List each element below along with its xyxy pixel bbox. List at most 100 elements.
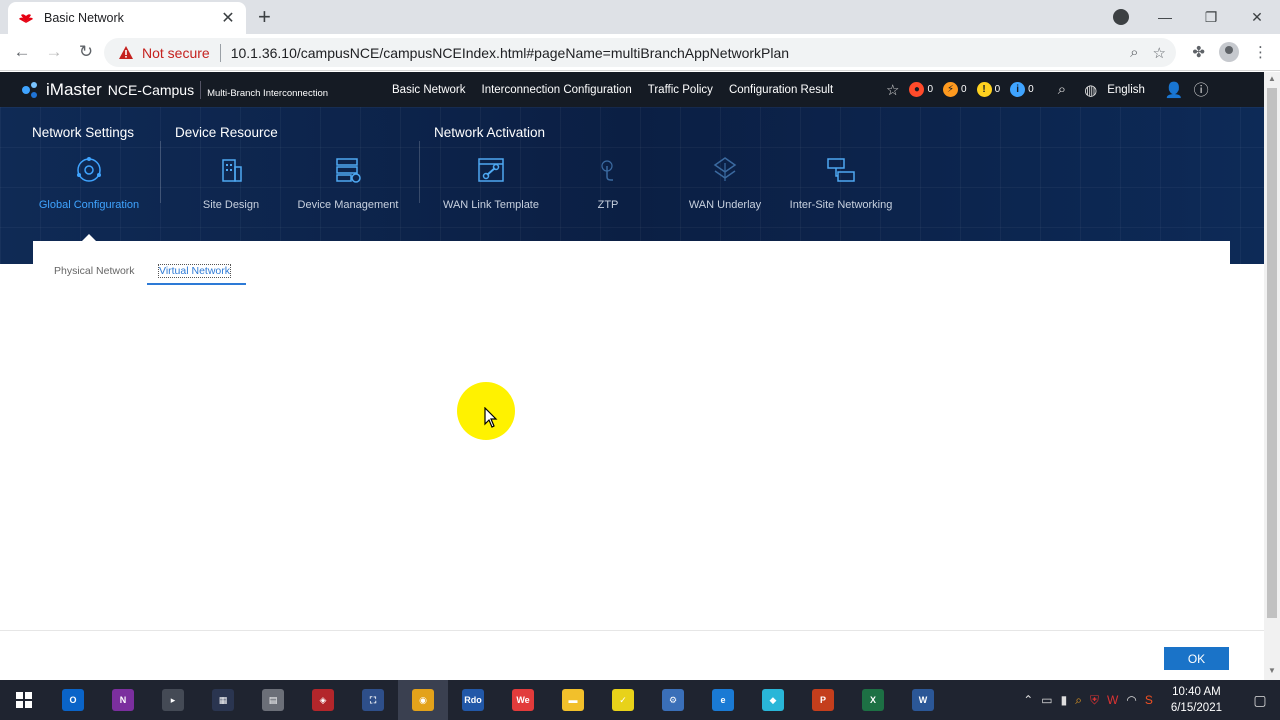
group-network-settings: Network Settings bbox=[32, 125, 135, 140]
scroll-down-icon[interactable]: ▼ bbox=[1268, 666, 1276, 675]
active-module-pointer bbox=[82, 234, 96, 241]
tab-search-icon[interactable] bbox=[1113, 9, 1129, 25]
wifi-icon[interactable]: ◠ bbox=[1126, 693, 1136, 707]
search-icon[interactable]: ⌕ bbox=[1058, 81, 1066, 98]
onenote-icon: N bbox=[112, 689, 134, 711]
scroll-thumb[interactable] bbox=[1267, 88, 1277, 618]
taskbar-app-security[interactable]: ◈ bbox=[298, 680, 348, 720]
app-logo[interactable]: iMaster NCE-Campus Multi-Branch Intercon… bbox=[20, 80, 328, 100]
taskbar-app-welink[interactable]: We bbox=[498, 680, 548, 720]
module-site-design[interactable]: Site Design bbox=[166, 155, 296, 213]
window-controls: — ❐ ✕ bbox=[1142, 0, 1280, 34]
taskbar-app-rdo[interactable]: Rdo bbox=[448, 680, 498, 720]
battery-icon[interactable]: ▭ bbox=[1041, 693, 1052, 707]
close-window-icon[interactable]: ✕ bbox=[1234, 9, 1280, 26]
module-ztp[interactable]: ZTP bbox=[543, 155, 673, 213]
module-device-management[interactable]: Device Management bbox=[283, 155, 413, 213]
extension-area: ✤ ⋮ bbox=[1192, 42, 1268, 62]
forward-icon[interactable]: → bbox=[42, 40, 66, 64]
taskbar-app-chrome[interactable]: ◉ bbox=[398, 680, 448, 720]
taskbar-app-connections[interactable]: ⛶ bbox=[348, 680, 398, 720]
touch-icon bbox=[601, 160, 613, 181]
extensions-icon[interactable]: ✤ bbox=[1192, 43, 1205, 61]
module-label: Inter-Site Networking bbox=[789, 199, 893, 211]
tab-physical-network[interactable]: Physical Network bbox=[54, 265, 135, 277]
taskbar-app-outlook[interactable]: O bbox=[48, 680, 98, 720]
taskbar-apps: O N ▸ ▦ ▤ ◈ ⛶ ◉ Rdo We ▬ ✓ ⚙ e ◆ P X W bbox=[48, 680, 948, 720]
tab-close-icon[interactable]: ✕ bbox=[220, 8, 236, 28]
tray-expand-icon[interactable]: ⌃ bbox=[1023, 693, 1033, 707]
taskbar-app-calculator[interactable]: ▤ bbox=[248, 680, 298, 720]
zoom-icon[interactable]: ⌕ bbox=[1130, 44, 1138, 62]
minor-alarm-icon: ! bbox=[976, 82, 992, 97]
page-scrollbar[interactable]: ▲ ▼ bbox=[1264, 72, 1280, 680]
system-tray: ⌃ ▭ ▮ ⌕ ⛨ W ◠ S 10:40 AM 6/15/2021 ▢ bbox=[1023, 680, 1280, 720]
address-bar[interactable]: Not secure 10.1.36.10/campusNCE/campusNC… bbox=[104, 38, 1176, 67]
nav-interconnection-configuration[interactable]: Interconnection Configuration bbox=[482, 84, 632, 96]
back-icon[interactable]: ← bbox=[10, 40, 34, 64]
taskbar-app-devtool[interactable]: ⚙ bbox=[648, 680, 698, 720]
browser-menu-icon[interactable]: ⋮ bbox=[1253, 43, 1268, 61]
module-inter-site-networking[interactable]: Inter-Site Networking bbox=[776, 155, 906, 213]
connections-icon: ⛶ bbox=[362, 689, 384, 711]
module-label: Device Management bbox=[297, 199, 399, 211]
critical-alarm-badge[interactable]: ● 0 bbox=[909, 82, 933, 97]
module-wan-underlay[interactable]: WAN Underlay bbox=[660, 155, 790, 213]
windows-logo-icon bbox=[16, 692, 32, 708]
taskbar-app-excel[interactable]: X bbox=[848, 680, 898, 720]
notification-icon[interactable]: ▢ bbox=[1240, 692, 1280, 709]
info-alarm-icon: i bbox=[1010, 82, 1026, 97]
windows-start-button[interactable] bbox=[0, 680, 48, 720]
favorite-star-icon[interactable]: ☆ bbox=[886, 81, 899, 99]
nav-configuration-result[interactable]: Configuration Result bbox=[729, 84, 833, 96]
usb-icon[interactable]: ▮ bbox=[1061, 693, 1068, 707]
tray-shield-icon[interactable]: ⛨ bbox=[1090, 693, 1099, 708]
user-icon[interactable]: 👤 bbox=[1165, 81, 1184, 99]
group-divider bbox=[160, 141, 161, 203]
tab-virtual-network[interactable]: Virtual Network bbox=[158, 264, 231, 278]
taskbar-app-word[interactable]: W bbox=[898, 680, 948, 720]
taskbar-app-tool[interactable]: ▸ bbox=[148, 680, 198, 720]
tray-app-icon[interactable]: S bbox=[1145, 693, 1153, 707]
profile-avatar[interactable] bbox=[1219, 42, 1239, 62]
info-alarm-badge[interactable]: i 0 bbox=[1010, 82, 1034, 97]
major-alarm-badge[interactable]: ⚡ 0 bbox=[943, 82, 967, 97]
module-global-configuration[interactable]: Global Configuration bbox=[24, 155, 154, 213]
active-tab-underline bbox=[147, 283, 246, 285]
tray-weibo-icon[interactable]: W bbox=[1107, 693, 1118, 707]
browser-toolbar: ← → ↻ Not secure 10.1.36.10/campusNCE/ca… bbox=[0, 34, 1280, 71]
minor-alarm-badge[interactable]: ! 0 bbox=[976, 82, 1000, 97]
not-secure-label[interactable]: Not secure bbox=[142, 45, 210, 61]
module-label: WAN Underlay bbox=[688, 199, 762, 211]
top-navigation: Basic Network Interconnection Configurat… bbox=[392, 72, 833, 107]
taskbar-app-notes[interactable]: ✓ bbox=[598, 680, 648, 720]
new-tab-button[interactable]: + bbox=[258, 4, 271, 30]
module-wan-link-template[interactable]: WAN Link Template bbox=[426, 155, 556, 213]
language-selector[interactable]: English bbox=[1107, 84, 1145, 96]
browser-tab[interactable]: Basic Network ✕ bbox=[8, 2, 246, 34]
restore-icon[interactable]: ❐ bbox=[1188, 9, 1234, 26]
taskbar-app-onenote[interactable]: N bbox=[98, 680, 148, 720]
taskbar-app-meeting[interactable]: ◆ bbox=[748, 680, 798, 720]
bookmark-star-icon[interactable]: ☆ bbox=[1153, 44, 1166, 62]
module-label: Site Design bbox=[202, 199, 260, 211]
tray-search-icon[interactable]: ⌕ bbox=[1075, 693, 1082, 708]
help-icon[interactable]: ⓘ bbox=[1194, 79, 1209, 100]
url-text[interactable]: 10.1.36.10/campusNCE/campusNCEIndex.html… bbox=[231, 45, 1130, 61]
ok-button[interactable]: OK bbox=[1164, 647, 1229, 670]
omnibox-divider bbox=[219, 43, 221, 62]
nav-basic-network[interactable]: Basic Network bbox=[392, 84, 466, 96]
taskbar-clock[interactable]: 10:40 AM 6/15/2021 bbox=[1171, 684, 1222, 716]
clock-time: 10:40 AM bbox=[1172, 686, 1221, 698]
taskbar-app-powerpoint[interactable]: P bbox=[798, 680, 848, 720]
taskbar-app-explorer[interactable]: ▬ bbox=[548, 680, 598, 720]
taskbar-app-network[interactable]: ▦ bbox=[198, 680, 248, 720]
tool-icon: ▸ bbox=[162, 689, 184, 711]
reload-icon[interactable]: ↻ bbox=[74, 40, 98, 64]
nav-traffic-policy[interactable]: Traffic Policy bbox=[648, 84, 713, 96]
minimize-icon[interactable]: — bbox=[1142, 9, 1188, 25]
scroll-up-icon[interactable]: ▲ bbox=[1268, 74, 1276, 83]
taskbar-app-edge[interactable]: e bbox=[698, 680, 748, 720]
globe-icon[interactable]: ◍ bbox=[1084, 81, 1097, 99]
major-alarm-icon: ⚡ bbox=[943, 82, 959, 97]
